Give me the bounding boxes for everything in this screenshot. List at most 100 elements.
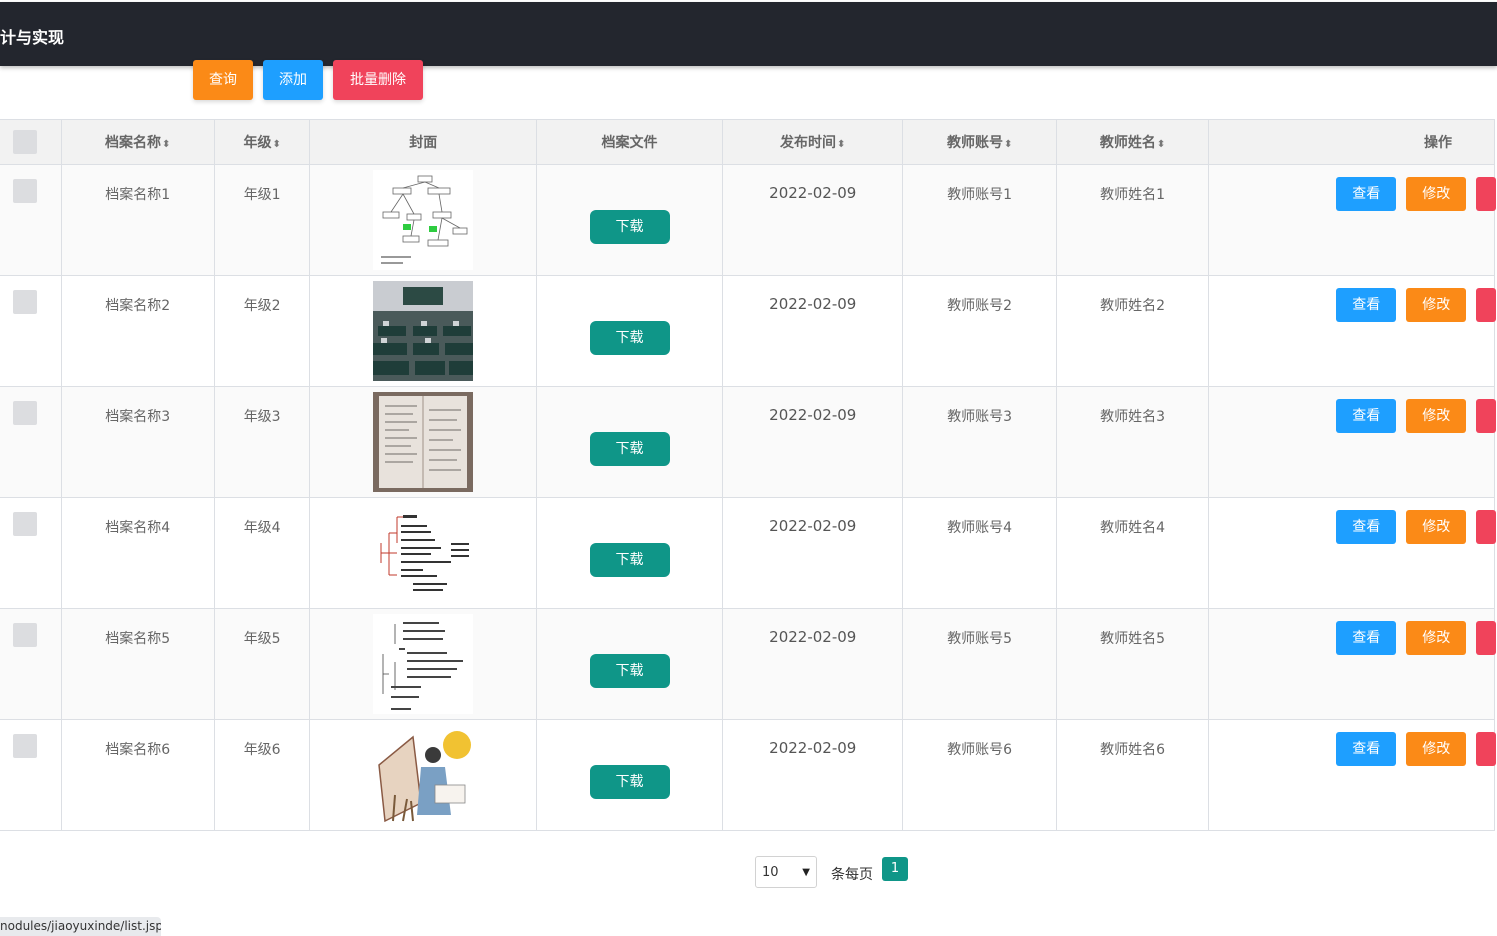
column-label: 年级 — [243, 135, 272, 151]
query-button[interactable]: 查询 — [193, 60, 253, 100]
column-header-name[interactable]: 档案名称⬍ — [60, 119, 215, 165]
column-header-teacher-account[interactable]: 教师账号⬍ — [902, 119, 1057, 165]
page-size-select[interactable]: 10 ▼ — [755, 856, 817, 888]
cell-cover — [309, 386, 538, 498]
sort-icon[interactable]: ⬍ — [272, 139, 280, 150]
row-checkbox[interactable] — [13, 401, 37, 425]
cell-name: 档案名称1 — [60, 164, 215, 276]
cell-cover — [309, 497, 538, 609]
table-row: 档案名称3 年级3 下载 2022-02-09 教师账号3 教师姓名3 查看 修… — [0, 386, 1497, 498]
cover-image-notebook-photo[interactable] — [373, 392, 474, 492]
table-row: 档案名称2 年级2 下载 2022-02-09 教师账号2 教师姓名2 查看 修… — [0, 275, 1497, 387]
cell-cover — [309, 275, 538, 387]
column-label: 封面 — [409, 135, 438, 151]
cell-teacher-name: 教师姓名5 — [1055, 608, 1210, 720]
sort-icon[interactable]: ⬍ — [1157, 139, 1165, 150]
cell-name: 档案名称5 — [60, 608, 215, 720]
row-select-cell — [0, 497, 62, 609]
sort-icon[interactable]: ⬍ — [1004, 139, 1012, 150]
cell-name: 档案名称2 — [60, 275, 215, 387]
view-button[interactable]: 查看 — [1336, 621, 1397, 655]
cell-file: 下载 — [536, 275, 724, 387]
row-checkbox[interactable] — [13, 512, 37, 536]
edit-button[interactable]: 修改 — [1406, 732, 1467, 766]
cell-time: 2022-02-09 — [722, 719, 904, 831]
cell-grade: 年级2 — [213, 275, 311, 387]
cover-image-reading-illustration[interactable] — [373, 725, 474, 825]
cover-image-outline-image[interactable] — [373, 614, 474, 714]
edit-button[interactable]: 修改 — [1406, 399, 1467, 433]
view-button[interactable]: 查看 — [1336, 732, 1397, 766]
page-number-current[interactable]: 1 — [882, 857, 908, 881]
download-button[interactable]: 下载 — [589, 321, 670, 355]
column-header-cover: 封面 — [309, 119, 538, 165]
batch-delete-button[interactable]: 批量删除 — [333, 60, 423, 100]
edit-button[interactable]: 修改 — [1406, 621, 1467, 655]
cell-cover — [309, 719, 538, 831]
cover-image-flowchart-image[interactable] — [373, 170, 474, 270]
delete-button[interactable] — [1476, 177, 1497, 211]
view-button[interactable]: 查看 — [1336, 288, 1397, 322]
cell-teacher-account: 教师账号4 — [902, 497, 1057, 609]
cell-ops: 查看 修改 — [1208, 164, 1497, 276]
cover-image-classroom-photo[interactable] — [373, 281, 474, 381]
cell-file: 下载 — [536, 719, 724, 831]
table-header-row: 档案名称⬍ 年级⬍ 封面 档案文件 发布时间⬍ 教师账号⬍ 教师姓名⬍ 操作 — [0, 119, 1495, 165]
row-checkbox[interactable] — [13, 734, 37, 758]
column-header-grade[interactable]: 年级⬍ — [213, 119, 311, 165]
delete-button[interactable] — [1476, 510, 1497, 544]
row-select-cell — [0, 608, 62, 720]
cell-teacher-name: 教师姓名3 — [1055, 386, 1210, 498]
delete-button[interactable] — [1476, 621, 1497, 655]
edit-button[interactable]: 修改 — [1406, 288, 1467, 322]
column-header-file: 档案文件 — [536, 119, 724, 165]
app-title: 计与实现 — [0, 28, 65, 47]
cell-time: 2022-02-09 — [722, 275, 904, 387]
column-label: 教师姓名 — [1099, 135, 1156, 151]
delete-button[interactable] — [1476, 288, 1497, 322]
cell-ops: 查看 修改 — [1208, 608, 1497, 720]
edit-button[interactable]: 修改 — [1406, 177, 1467, 211]
page-size-value: 10 — [762, 865, 779, 880]
cell-grade: 年级5 — [213, 608, 311, 720]
download-button[interactable]: 下载 — [589, 543, 670, 577]
select-all-checkbox[interactable] — [13, 130, 37, 154]
add-button[interactable]: 添加 — [263, 60, 323, 100]
column-label: 教师账号 — [946, 135, 1003, 151]
sort-icon[interactable]: ⬍ — [162, 139, 170, 150]
edit-button[interactable]: 修改 — [1406, 510, 1467, 544]
delete-button[interactable] — [1476, 732, 1497, 766]
cell-time: 2022-02-09 — [722, 386, 904, 498]
view-button[interactable]: 查看 — [1336, 177, 1397, 211]
column-header-time[interactable]: 发布时间⬍ — [722, 119, 904, 165]
sort-icon[interactable]: ⬍ — [837, 139, 845, 150]
cell-teacher-name: 教师姓名6 — [1055, 719, 1210, 831]
cell-file: 下载 — [536, 164, 724, 276]
row-checkbox[interactable] — [13, 623, 37, 647]
row-select-cell — [0, 386, 62, 498]
row-checkbox[interactable] — [13, 179, 37, 203]
cell-teacher-account: 教师账号2 — [902, 275, 1057, 387]
cover-image-mindmap-image[interactable] — [373, 503, 474, 603]
cell-file: 下载 — [536, 497, 724, 609]
cell-cover — [309, 608, 538, 720]
download-button[interactable]: 下载 — [589, 210, 670, 244]
cell-teacher-account: 教师账号3 — [902, 386, 1057, 498]
download-button[interactable]: 下载 — [589, 432, 670, 466]
download-button[interactable]: 下载 — [589, 765, 670, 799]
column-header-teacher-name[interactable]: 教师姓名⬍ — [1055, 119, 1210, 165]
archive-table: 档案名称⬍ 年级⬍ 封面 档案文件 发布时间⬍ 教师账号⬍ 教师姓名⬍ 操作 档… — [0, 119, 1497, 831]
cell-name: 档案名称3 — [60, 386, 215, 498]
row-checkbox[interactable] — [13, 290, 37, 314]
column-header-ops: 操作 — [1208, 119, 1495, 165]
cell-file: 下载 — [536, 608, 724, 720]
view-button[interactable]: 查看 — [1336, 510, 1397, 544]
cell-teacher-account: 教师账号6 — [902, 719, 1057, 831]
view-button[interactable]: 查看 — [1336, 399, 1397, 433]
cell-teacher-account: 教师账号1 — [902, 164, 1057, 276]
download-button[interactable]: 下载 — [589, 654, 670, 688]
cell-teacher-name: 教师姓名1 — [1055, 164, 1210, 276]
delete-button[interactable] — [1476, 399, 1497, 433]
cell-teacher-name: 教师姓名4 — [1055, 497, 1210, 609]
table-row: 档案名称6 年级6 下载 2022-02-09 教师账号6 教师姓名6 查看 修… — [0, 719, 1497, 831]
